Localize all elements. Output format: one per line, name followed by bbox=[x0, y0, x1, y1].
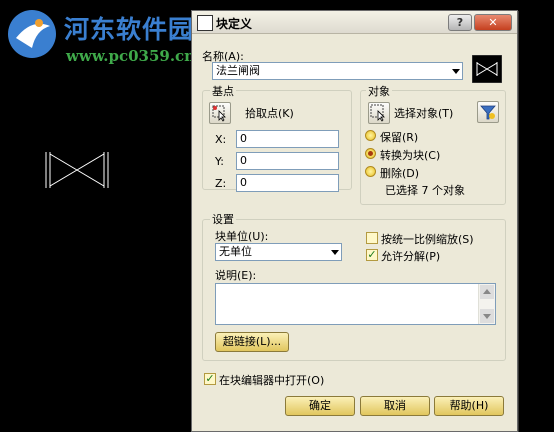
valve-drawing bbox=[45, 152, 109, 188]
description-textarea[interactable] bbox=[215, 283, 496, 325]
y-field[interactable]: 0 bbox=[236, 152, 339, 170]
dialog-titlebar[interactable]: 块定义 ? ✕ bbox=[192, 11, 517, 34]
chevron-down-icon[interactable] bbox=[331, 250, 339, 255]
help-button[interactable]: 帮助(H) bbox=[434, 396, 504, 416]
pick-point-button[interactable] bbox=[209, 102, 231, 124]
watermark-url: www.pc0359.cn bbox=[66, 47, 196, 65]
settings-title: 设置 bbox=[210, 211, 236, 227]
scroll-up-arrow-icon[interactable] bbox=[480, 285, 494, 299]
convert-to-block-label: 转换为块(C) bbox=[380, 149, 441, 162]
scale-uniform-label: 按统一比例缩放(S) bbox=[381, 233, 474, 246]
block-unit-label: 块单位(U): bbox=[215, 230, 269, 243]
selection-status: 已选择 7 个对象 bbox=[385, 184, 465, 197]
select-objects-button[interactable] bbox=[368, 102, 390, 124]
retain-radio[interactable] bbox=[365, 130, 376, 141]
select-objects-label: 选择对象(T) bbox=[394, 107, 454, 120]
block-unit-combobox[interactable]: 无单位 bbox=[215, 243, 342, 261]
pick-point-icon bbox=[212, 105, 226, 122]
allow-explode-checkbox[interactable]: ✓ bbox=[366, 249, 378, 261]
z-label: Z: bbox=[215, 177, 227, 190]
delete-label: 删除(D) bbox=[380, 167, 420, 180]
scale-uniform-checkbox[interactable] bbox=[366, 232, 378, 244]
retain-label: 保留(R) bbox=[380, 131, 419, 144]
block-unit-value: 无单位 bbox=[219, 245, 252, 258]
name-value: 法兰闸阀 bbox=[216, 64, 260, 77]
allow-explode-label: 允许分解(P) bbox=[381, 250, 441, 263]
open-in-editor-label: 在块编辑器中打开(O) bbox=[219, 374, 325, 387]
cancel-button[interactable]: 取消 bbox=[360, 396, 430, 416]
dialog-title: 块定义 bbox=[216, 17, 253, 31]
delete-radio[interactable] bbox=[365, 166, 376, 177]
block-icon bbox=[197, 15, 213, 31]
block-definition-dialog: 块定义 ? ✕ 名称(A): 法兰闸阀 基点 拾取点(K) X: 0 Y: 0 … bbox=[191, 10, 518, 432]
objects-title: 对象 bbox=[366, 83, 392, 99]
hyperlink-button[interactable]: 超链接(L)... bbox=[215, 332, 289, 352]
ok-button[interactable]: 确定 bbox=[285, 396, 355, 416]
z-field[interactable]: 0 bbox=[236, 174, 339, 192]
close-button[interactable]: ✕ bbox=[474, 14, 512, 31]
x-field[interactable]: 0 bbox=[236, 130, 339, 148]
x-label: X: bbox=[215, 133, 227, 146]
block-preview bbox=[472, 55, 502, 83]
description-label: 说明(E): bbox=[215, 269, 257, 282]
help-title-button[interactable]: ? bbox=[448, 14, 472, 31]
watermark-title: 河东软件园 bbox=[64, 15, 195, 44]
watermark-logo bbox=[8, 10, 56, 58]
quick-select-button[interactable] bbox=[477, 101, 499, 123]
y-label: Y: bbox=[215, 155, 224, 168]
base-point-title: 基点 bbox=[210, 83, 236, 99]
chevron-down-icon[interactable] bbox=[452, 69, 460, 74]
select-objects-icon bbox=[370, 104, 385, 122]
pick-point-label: 拾取点(K) bbox=[245, 107, 294, 120]
name-combobox[interactable]: 法兰闸阀 bbox=[212, 62, 463, 80]
description-scrollbar[interactable] bbox=[478, 284, 495, 324]
convert-to-block-radio[interactable] bbox=[365, 148, 376, 159]
scroll-down-arrow-icon[interactable] bbox=[480, 309, 494, 323]
open-in-editor-checkbox[interactable]: ✓ bbox=[204, 373, 216, 385]
filter-icon bbox=[480, 105, 496, 120]
